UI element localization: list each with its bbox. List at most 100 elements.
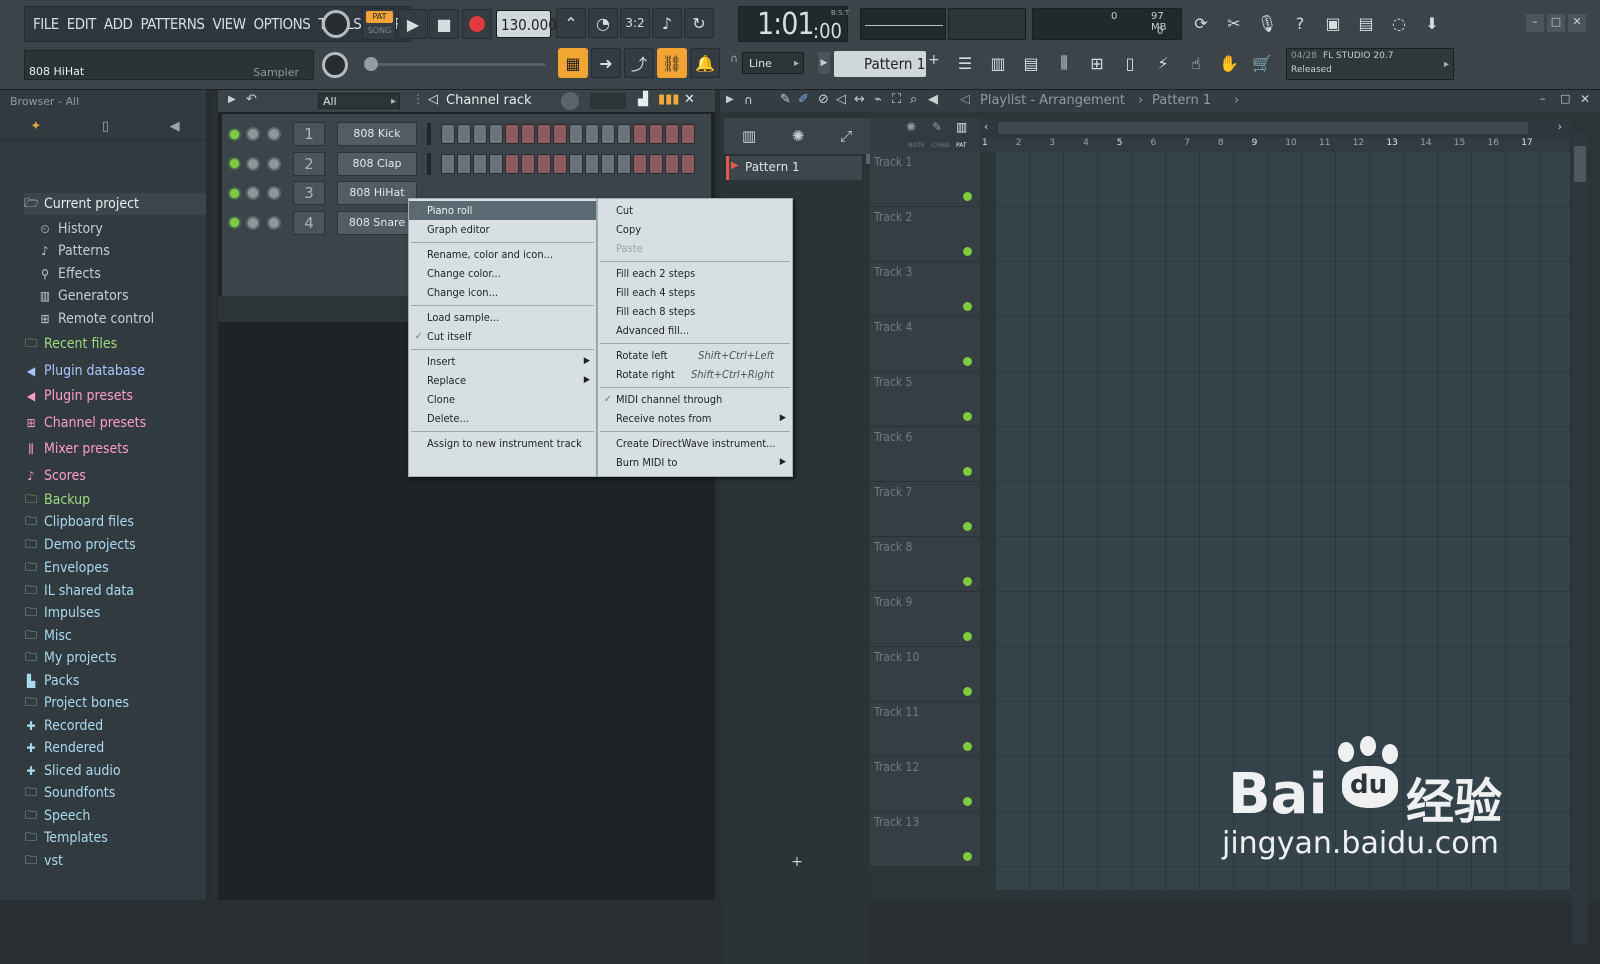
zoom-tool-icon[interactable]: ⌕	[910, 92, 917, 107]
channel-name-button[interactable]: 808 HiHat	[337, 181, 417, 205]
close-icon[interactable]: ✕	[684, 92, 695, 107]
menu-item-patterns[interactable]: PATTERNS	[136, 15, 208, 33]
volume-knob[interactable]	[246, 186, 260, 200]
menu-item-edit[interactable]: EDIT	[63, 15, 100, 33]
mute-led[interactable]	[230, 188, 239, 198]
step-button[interactable]	[681, 124, 695, 144]
browser-item-current-project[interactable]: 🗁 Current project	[24, 193, 206, 215]
swing-knob[interactable]	[561, 92, 579, 110]
menu-item-rename-color-and-icon[interactable]: Rename, color and icon...	[409, 245, 596, 264]
scrollbar-thumb[interactable]	[1574, 146, 1586, 182]
undo-icon[interactable]: ↶	[246, 92, 257, 107]
step-button[interactable]	[569, 153, 583, 174]
track-header-item[interactable]: Track 1	[870, 152, 980, 207]
browser-item-plugin-database[interactable]: ◀ Plugin database	[24, 360, 145, 382]
track-header-item[interactable]: Track 9	[870, 592, 980, 647]
menu-item-create-directwave-instrument[interactable]: Create DirectWave instrument...	[598, 434, 792, 453]
channel-name-button[interactable]: 808 Kick	[337, 122, 417, 146]
step-button[interactable]	[665, 153, 679, 174]
step-button[interactable]	[633, 124, 647, 144]
automation-icon[interactable]: ✺	[906, 120, 916, 134]
delete-tool-icon[interactable]: ⊘	[818, 92, 829, 107]
chevron-right-icon[interactable]: ▶	[228, 94, 236, 105]
volume-knob[interactable]	[246, 156, 260, 171]
add-pattern-button[interactable]: +	[928, 52, 942, 74]
menu-item-receive-notes-from[interactable]: Receive notes from ▶	[598, 409, 792, 428]
browser-item-effects[interactable]: ⚲ Effects	[38, 263, 101, 285]
browser-item-templates[interactable]: 🗀 Templates	[24, 827, 108, 849]
track-header-item[interactable]: Track 5	[870, 372, 980, 427]
track-header-item[interactable]: Track 6	[870, 427, 980, 482]
chevron-left-icon[interactable]: ‹	[984, 120, 988, 133]
shop-button[interactable]: 🛒	[1247, 48, 1277, 78]
sort-icon[interactable]: ✦	[30, 119, 41, 134]
menu-item-replace[interactable]: Replace ▶	[409, 371, 596, 390]
channel-name-button[interactable]: 808 Clap	[337, 151, 417, 176]
record-audio-button[interactable]: 🎙	[1252, 8, 1282, 38]
track-mute-led[interactable]	[963, 687, 972, 696]
minimize-button[interactable]: –	[1526, 14, 1544, 32]
step-button[interactable]	[441, 124, 455, 144]
pan-knob[interactable]	[267, 127, 281, 141]
headphones-icon[interactable]: ∩	[744, 93, 753, 107]
menu-item-rotate-right[interactable]: Rotate right Shift+Ctrl+Right	[598, 365, 792, 384]
browser-item-scores[interactable]: ♪ Scores	[24, 465, 86, 487]
menu-item-change-icon[interactable]: Change icon...	[409, 283, 596, 302]
picker-item-pattern-1[interactable]: ▶ Pattern 1	[726, 156, 862, 180]
track-header-item[interactable]: Track 3	[870, 262, 980, 317]
save-button[interactable]: ▣	[1318, 8, 1348, 38]
track-mute-led[interactable]	[963, 522, 972, 531]
browser-item-backup[interactable]: 🗀 Backup	[24, 489, 90, 511]
step-button[interactable]	[489, 153, 503, 174]
menu-item-midi-channel-through[interactable]: ✓ MIDI channel through	[598, 390, 792, 409]
track-header-item[interactable]: Track 8	[870, 537, 980, 592]
mute-tool-icon[interactable]: ◁	[836, 92, 846, 107]
track-mute-led[interactable]	[963, 192, 972, 201]
mixer-track-number[interactable]: 2	[293, 151, 325, 176]
menu-item-change-color[interactable]: Change color...	[409, 264, 596, 283]
menu-item-load-sample[interactable]: Load sample...	[409, 308, 596, 327]
group-filter-select[interactable]: All ▸	[318, 93, 400, 109]
browser-button[interactable]: ⊞	[1082, 48, 1112, 78]
menu-item-file[interactable]: FILE	[29, 15, 63, 33]
piano-icon[interactable]: ▥	[742, 127, 756, 145]
audio-icon[interactable]: ✺	[792, 127, 805, 145]
channel-rack-titlebar[interactable]: ▶ ↶ All ▸ ⋮ ◁ Channel rack ▟ ▮▮▮ ✕	[218, 90, 715, 112]
step-button[interactable]	[457, 124, 471, 144]
step-button[interactable]	[569, 124, 583, 144]
step-button[interactable]	[489, 124, 503, 144]
browser-item-plugin-presets[interactable]: ◀ Plugin presets	[24, 385, 133, 407]
mixer-button[interactable]: ⫼	[1049, 48, 1079, 78]
track-mute-led[interactable]	[963, 797, 972, 806]
step-button[interactable]	[537, 153, 551, 174]
channel-select-bar[interactable]	[427, 152, 431, 175]
maximize-icon[interactable]: □	[1560, 92, 1570, 105]
pattern-prev-button[interactable]: ▶	[818, 52, 830, 74]
metronome-tool-button[interactable]: 🔔	[690, 48, 720, 78]
step-button[interactable]	[649, 153, 663, 174]
menu-item-advanced-fill[interactable]: Advanced fill...	[598, 321, 792, 340]
browser-item-vst[interactable]: 🗀 vst	[24, 850, 63, 872]
steps-display[interactable]	[590, 93, 626, 109]
step-button[interactable]	[585, 153, 599, 174]
track-mute-led[interactable]	[963, 632, 972, 641]
mute-led[interactable]	[230, 218, 239, 227]
link-button[interactable]: ⛓	[657, 48, 687, 78]
time-display[interactable]: 1:01 :00 B:S:T	[738, 6, 849, 43]
browser-item-soundfonts[interactable]: 🗀 Soundfonts	[24, 782, 115, 804]
browser-item-packs[interactable]: ▙ Packs	[24, 670, 80, 692]
pencil-icon[interactable]: ✎	[932, 120, 942, 134]
wait-for-input-button[interactable]: ◔	[588, 8, 618, 38]
browser-item-clipboard-files[interactable]: 🗀 Clipboard files	[24, 511, 134, 533]
close-button[interactable]: ✕	[1568, 14, 1586, 32]
track-mute-led[interactable]	[963, 247, 972, 256]
step-edit-button[interactable]: ♪	[652, 8, 682, 38]
scrollbar-thumb[interactable]	[998, 122, 1528, 134]
pan-knob[interactable]	[267, 215, 281, 230]
channel-select-bar[interactable]	[427, 123, 431, 145]
project-info-button[interactable]: ▯	[1115, 48, 1145, 78]
pan-knob[interactable]	[267, 156, 281, 171]
step-button[interactable]: ➜	[591, 48, 621, 78]
piano-roll-button[interactable]: ▥	[983, 48, 1013, 78]
menu-item-fill-each-2-steps[interactable]: Fill each 2 steps	[598, 264, 792, 283]
